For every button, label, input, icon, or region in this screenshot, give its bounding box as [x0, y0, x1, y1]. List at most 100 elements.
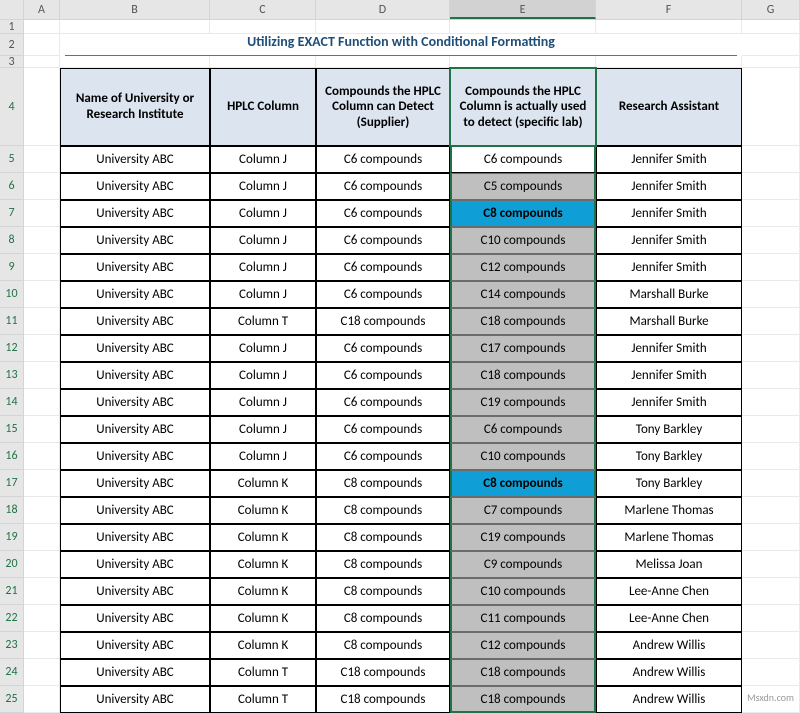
- cell-F7[interactable]: Jennifer Smith: [596, 200, 742, 227]
- cell-E22[interactable]: C11 compounds: [450, 605, 596, 632]
- cell-C12[interactable]: Column J: [210, 335, 316, 362]
- cell-D25[interactable]: C18 compounds: [316, 686, 450, 713]
- row-header-9[interactable]: 9: [0, 254, 23, 281]
- cell-A12[interactable]: [24, 335, 60, 362]
- row-header-18[interactable]: 18: [0, 497, 23, 524]
- cell-B11[interactable]: University ABC: [60, 308, 210, 335]
- col-header-C[interactable]: C: [210, 0, 316, 19]
- row-header-2[interactable]: 2: [0, 34, 23, 56]
- cell-F12[interactable]: Jennifer Smith: [596, 335, 742, 362]
- cell-A15[interactable]: [24, 416, 60, 443]
- cell-B10[interactable]: University ABC: [60, 281, 210, 308]
- header-hplc-column[interactable]: HPLC Column: [210, 68, 316, 146]
- cell-C17[interactable]: Column K: [210, 470, 316, 497]
- cell-F18[interactable]: Marlene Thomas: [596, 497, 742, 524]
- cell-D21[interactable]: C8 compounds: [316, 578, 450, 605]
- cell-C24[interactable]: Column T: [210, 659, 316, 686]
- row-header-22[interactable]: 22: [0, 605, 23, 632]
- cell-D19[interactable]: C8 compounds: [316, 524, 450, 551]
- cell-E3[interactable]: [450, 56, 596, 68]
- cell-B23[interactable]: University ABC: [60, 632, 210, 659]
- cell-A9[interactable]: [24, 254, 60, 281]
- cell-A11[interactable]: [24, 308, 60, 335]
- row-header-25[interactable]: 25: [0, 686, 23, 713]
- cell-F25[interactable]: Andrew Willis: [596, 686, 742, 713]
- row-header-14[interactable]: 14: [0, 389, 23, 416]
- cell-D23[interactable]: C8 compounds: [316, 632, 450, 659]
- cell-C21[interactable]: Column K: [210, 578, 316, 605]
- cell-C3[interactable]: [210, 56, 316, 68]
- cell-G11[interactable]: [742, 308, 800, 335]
- cell-A16[interactable]: [24, 443, 60, 470]
- cell-G20[interactable]: [742, 551, 800, 578]
- select-all-corner[interactable]: [0, 0, 24, 19]
- row-header-24[interactable]: 24: [0, 659, 23, 686]
- cell-D1[interactable]: [316, 20, 450, 34]
- cell-C18[interactable]: Column K: [210, 497, 316, 524]
- cell-E1[interactable]: [450, 20, 596, 34]
- header-research-assistant[interactable]: Research Assistant: [596, 68, 742, 146]
- cell-G1[interactable]: [742, 20, 800, 34]
- cell-E7[interactable]: C8 compounds: [450, 200, 596, 227]
- row-header-3[interactable]: 3: [0, 56, 23, 68]
- cell-E24[interactable]: C18 compounds: [450, 659, 596, 686]
- cell-G15[interactable]: [742, 416, 800, 443]
- row-header-12[interactable]: 12: [0, 335, 23, 362]
- cell-G2[interactable]: [742, 34, 800, 56]
- col-header-D[interactable]: D: [316, 0, 450, 19]
- cell-E20[interactable]: C9 compounds: [450, 551, 596, 578]
- cell-C16[interactable]: Column J: [210, 443, 316, 470]
- cell-B18[interactable]: University ABC: [60, 497, 210, 524]
- cell-D17[interactable]: C8 compounds: [316, 470, 450, 497]
- cell-B25[interactable]: University ABC: [60, 686, 210, 713]
- cell-E16[interactable]: C10 compounds: [450, 443, 596, 470]
- cell-G9[interactable]: [742, 254, 800, 281]
- cell-C14[interactable]: Column J: [210, 389, 316, 416]
- cell-G5[interactable]: [742, 146, 800, 173]
- header-compounds-lab[interactable]: Compounds the HPLC Column is actually us…: [450, 68, 596, 146]
- cell-E15[interactable]: C6 compounds: [450, 416, 596, 443]
- cell-F10[interactable]: Marshall Burke: [596, 281, 742, 308]
- cell-C6[interactable]: Column J: [210, 173, 316, 200]
- row-header-11[interactable]: 11: [0, 308, 23, 335]
- cell-E6[interactable]: C5 compounds: [450, 173, 596, 200]
- cell-G3[interactable]: [742, 56, 800, 68]
- row-header-5[interactable]: 5: [0, 146, 23, 173]
- cell-B21[interactable]: University ABC: [60, 578, 210, 605]
- cell-B9[interactable]: University ABC: [60, 254, 210, 281]
- cell-B8[interactable]: University ABC: [60, 227, 210, 254]
- cell-G16[interactable]: [742, 443, 800, 470]
- cell-B17[interactable]: University ABC: [60, 470, 210, 497]
- cell-D18[interactable]: C8 compounds: [316, 497, 450, 524]
- cell-G12[interactable]: [742, 335, 800, 362]
- cell-E17[interactable]: C8 compounds: [450, 470, 596, 497]
- row-header-16[interactable]: 16: [0, 443, 23, 470]
- cell-E23[interactable]: C12 compounds: [450, 632, 596, 659]
- cell-D6[interactable]: C6 compounds: [316, 173, 450, 200]
- cell-B22[interactable]: University ABC: [60, 605, 210, 632]
- row-header-6[interactable]: 6: [0, 173, 23, 200]
- cell-D7[interactable]: C6 compounds: [316, 200, 450, 227]
- cell-D22[interactable]: C8 compounds: [316, 605, 450, 632]
- cell-F24[interactable]: Andrew Willis: [596, 659, 742, 686]
- cell-A13[interactable]: [24, 362, 60, 389]
- row-header-21[interactable]: 21: [0, 578, 23, 605]
- cell-F6[interactable]: Jennifer Smith: [596, 173, 742, 200]
- cell-C13[interactable]: Column J: [210, 362, 316, 389]
- col-header-E[interactable]: E: [450, 0, 596, 19]
- cell-C1[interactable]: [210, 20, 316, 34]
- cell-D3[interactable]: [316, 56, 450, 68]
- cell-D5[interactable]: C6 compounds: [316, 146, 450, 173]
- cell-F3[interactable]: [596, 56, 742, 68]
- cell-E13[interactable]: C18 compounds: [450, 362, 596, 389]
- cell-B5[interactable]: University ABC: [60, 146, 210, 173]
- col-header-B[interactable]: B: [60, 0, 210, 19]
- cell-A19[interactable]: [24, 524, 60, 551]
- cell-D15[interactable]: C6 compounds: [316, 416, 450, 443]
- cell-F15[interactable]: Tony Barkley: [596, 416, 742, 443]
- cell-G17[interactable]: [742, 470, 800, 497]
- cell-G6[interactable]: [742, 173, 800, 200]
- cell-B14[interactable]: University ABC: [60, 389, 210, 416]
- cell-D9[interactable]: C6 compounds: [316, 254, 450, 281]
- cell-E10[interactable]: C14 compounds: [450, 281, 596, 308]
